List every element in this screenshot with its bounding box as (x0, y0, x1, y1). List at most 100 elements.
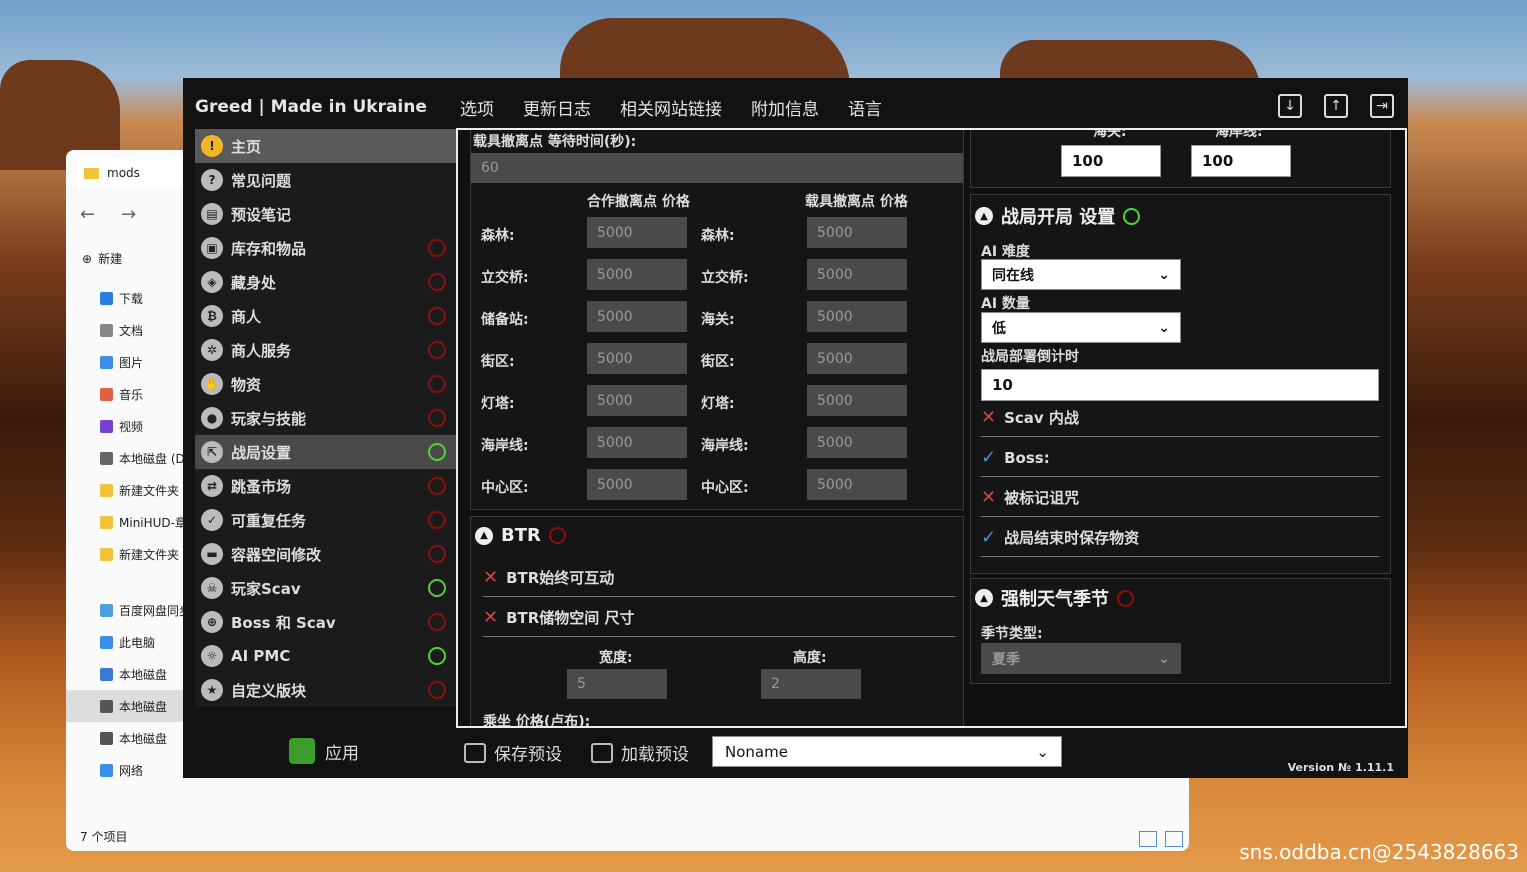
raid-option-0[interactable]: ✕ Scav 内战 (981, 399, 1379, 437)
power-icon[interactable] (548, 527, 566, 544)
power-icon[interactable] (1117, 589, 1134, 607)
cross-icon: ✕ (981, 407, 997, 428)
app-brand: Greed | Made in Ukraine (195, 97, 427, 117)
sidebar-item-10[interactable]: ⇄ 跳蚤市场 (195, 469, 456, 503)
vehicle-price-input[interactable]: 5000 (807, 469, 907, 500)
power-icon[interactable] (428, 375, 446, 393)
sidebar-item-5[interactable]: ₿ 商人 (195, 299, 456, 333)
sidebar-item-15[interactable]: ☼ AI PMC (195, 639, 456, 673)
vehicle-price-input[interactable]: 5000 (807, 343, 907, 374)
chevron-down-icon: ⌄ (1158, 266, 1170, 283)
sidebar-item-8[interactable]: ● 玩家与技能 (195, 401, 456, 435)
power-icon[interactable] (428, 511, 446, 529)
coop-price-input[interactable]: 5000 (587, 427, 687, 458)
power-icon[interactable] (428, 477, 446, 495)
power-icon[interactable] (428, 681, 446, 699)
folder-icon (100, 323, 113, 337)
exit-icon[interactable]: ⇥ (1370, 94, 1394, 118)
raid-option-3[interactable]: ✓ 战局结束时保存物资 (981, 519, 1379, 557)
vehicle-price-input[interactable]: 5000 (807, 385, 907, 416)
save-preset-button[interactable]: 保存预设 (464, 740, 562, 765)
cart-icon (591, 742, 613, 763)
deploy-timer-input[interactable]: 10 (981, 369, 1379, 401)
ai-count-dropdown[interactable]: 低 ⌄ (981, 312, 1181, 343)
coop-price-input[interactable]: 5000 (587, 343, 687, 374)
coop-price-input[interactable]: 5000 (587, 385, 687, 416)
power-icon[interactable] (428, 273, 446, 291)
sidebar-item-3[interactable]: ▣ 库存和物品 (195, 231, 456, 265)
btr-storage-size[interactable]: ✕ BTR储物空间 尺寸 (483, 599, 955, 637)
apply-button[interactable]: 应用 (289, 738, 359, 764)
power-icon[interactable] (1123, 207, 1141, 225)
power-icon[interactable] (428, 409, 446, 427)
menu-options[interactable]: 选项 (460, 95, 494, 120)
sidebar-item-label: 主页 (231, 137, 262, 156)
sidebar-item-2[interactable]: ▤ 预设笔记 (195, 197, 456, 231)
wait-time-input[interactable]: 60 (471, 153, 963, 183)
sidebar-item-16[interactable]: ★ 自定义版块 (195, 673, 456, 707)
scav-icon: ☠ (201, 577, 223, 599)
btr-header[interactable]: ▲ BTR (475, 525, 566, 546)
back-icon[interactable]: ← (80, 204, 95, 225)
raid-option-2[interactable]: ✕ 被标记诅咒 (981, 479, 1379, 517)
coop-price-input[interactable]: 5000 (587, 301, 687, 332)
sidebar-item-4[interactable]: ◈ 藏身处 (195, 265, 456, 299)
btr-always-interact[interactable]: ✕ BTR始终可互动 (483, 559, 955, 597)
coop-price-input[interactable]: 5000 (587, 259, 687, 290)
download-icon[interactable]: ↓ (1278, 94, 1302, 118)
sidebar-item-11[interactable]: ✓ 可重复任务 (195, 503, 456, 537)
forward-icon[interactable]: → (121, 204, 136, 225)
sidebar-item-label: 容器空间修改 (231, 545, 322, 564)
vehicle-price-input[interactable]: 5000 (807, 301, 907, 332)
power-icon[interactable] (428, 443, 446, 461)
power-icon[interactable] (428, 545, 446, 563)
pmc-icon: ☼ (201, 645, 223, 667)
customs-input[interactable]: 100 (1061, 145, 1161, 177)
sidebar-item-12[interactable]: ▬ 容器空间修改 (195, 537, 456, 571)
power-icon[interactable] (428, 647, 446, 665)
upload-icon[interactable]: ↑ (1324, 94, 1348, 118)
weather-header[interactable]: ▲ 强制天气季节 (975, 585, 1134, 611)
raid-start-header[interactable]: ▲ 战局开局 设置 (975, 203, 1141, 229)
preset-dropdown[interactable]: Noname ⌄ (712, 736, 1062, 767)
sidebar-item-label: Boss 和 Scav (231, 613, 336, 632)
raid-option-1[interactable]: ✓ Boss: (981, 439, 1379, 477)
list-view-icon[interactable] (1139, 831, 1157, 847)
content-area: 载具撤离点 等待时间(秒): 60 合作撤离点 价格 载具撤离点 价格 森林: 5… (456, 128, 1407, 728)
menu-changelog[interactable]: 更新日志 (523, 95, 591, 120)
tile-view-icon[interactable] (1165, 831, 1183, 847)
coop-price-input[interactable]: 5000 (587, 469, 687, 500)
btr-width-input[interactable]: 5 (567, 669, 667, 699)
shoreline-input[interactable]: 100 (1191, 145, 1291, 177)
bottom-bar: 保存预设 加载预设 Noname ⌄ (456, 730, 1406, 776)
btr-height-input[interactable]: 2 (761, 669, 861, 699)
menu-language[interactable]: 语言 (848, 95, 882, 120)
power-icon[interactable] (428, 579, 446, 597)
menu-links[interactable]: 相关网站链接 (620, 95, 722, 120)
power-icon[interactable] (428, 613, 446, 631)
vehicle-price-input[interactable]: 5000 (807, 427, 907, 458)
vehicle-price-input[interactable]: 5000 (807, 259, 907, 290)
ai-difficulty-dropdown[interactable]: 同在线 ⌄ (981, 259, 1181, 290)
wait-time-label: 载具撤离点 等待时间(秒): (473, 134, 637, 150)
sidebar-item-9[interactable]: ⇱ 战局设置 (195, 435, 456, 469)
load-preset-button[interactable]: 加载预设 (591, 740, 689, 765)
vehicle-price-input[interactable]: 5000 (807, 217, 907, 248)
power-icon[interactable] (428, 307, 446, 325)
menu-extra-info[interactable]: 附加信息 (751, 95, 819, 120)
watermark: sns.oddba.cn@2543828663 (1239, 840, 1519, 864)
sidebar-item-1[interactable]: ? 常见问题 (195, 163, 456, 197)
sidebar-item-13[interactable]: ☠ 玩家Scav (195, 571, 456, 605)
power-icon[interactable] (428, 341, 446, 359)
coop-price-input[interactable]: 5000 (587, 217, 687, 248)
new-button[interactable]: ⊕ 新建 (82, 250, 122, 267)
season-dropdown[interactable]: 夏季 ⌄ (981, 643, 1181, 674)
sidebar-item-6[interactable]: ✲ 商人服务 (195, 333, 456, 367)
folder-icon (100, 603, 113, 617)
hideout-icon: ◈ (201, 271, 223, 293)
btr-height-label: 高度: (793, 650, 827, 666)
power-icon[interactable] (428, 239, 446, 257)
sidebar-item-14[interactable]: ⊕ Boss 和 Scav (195, 605, 456, 639)
sidebar-item-0[interactable]: ! 主页 (195, 129, 456, 163)
sidebar-item-7[interactable]: ✋ 物资 (195, 367, 456, 401)
